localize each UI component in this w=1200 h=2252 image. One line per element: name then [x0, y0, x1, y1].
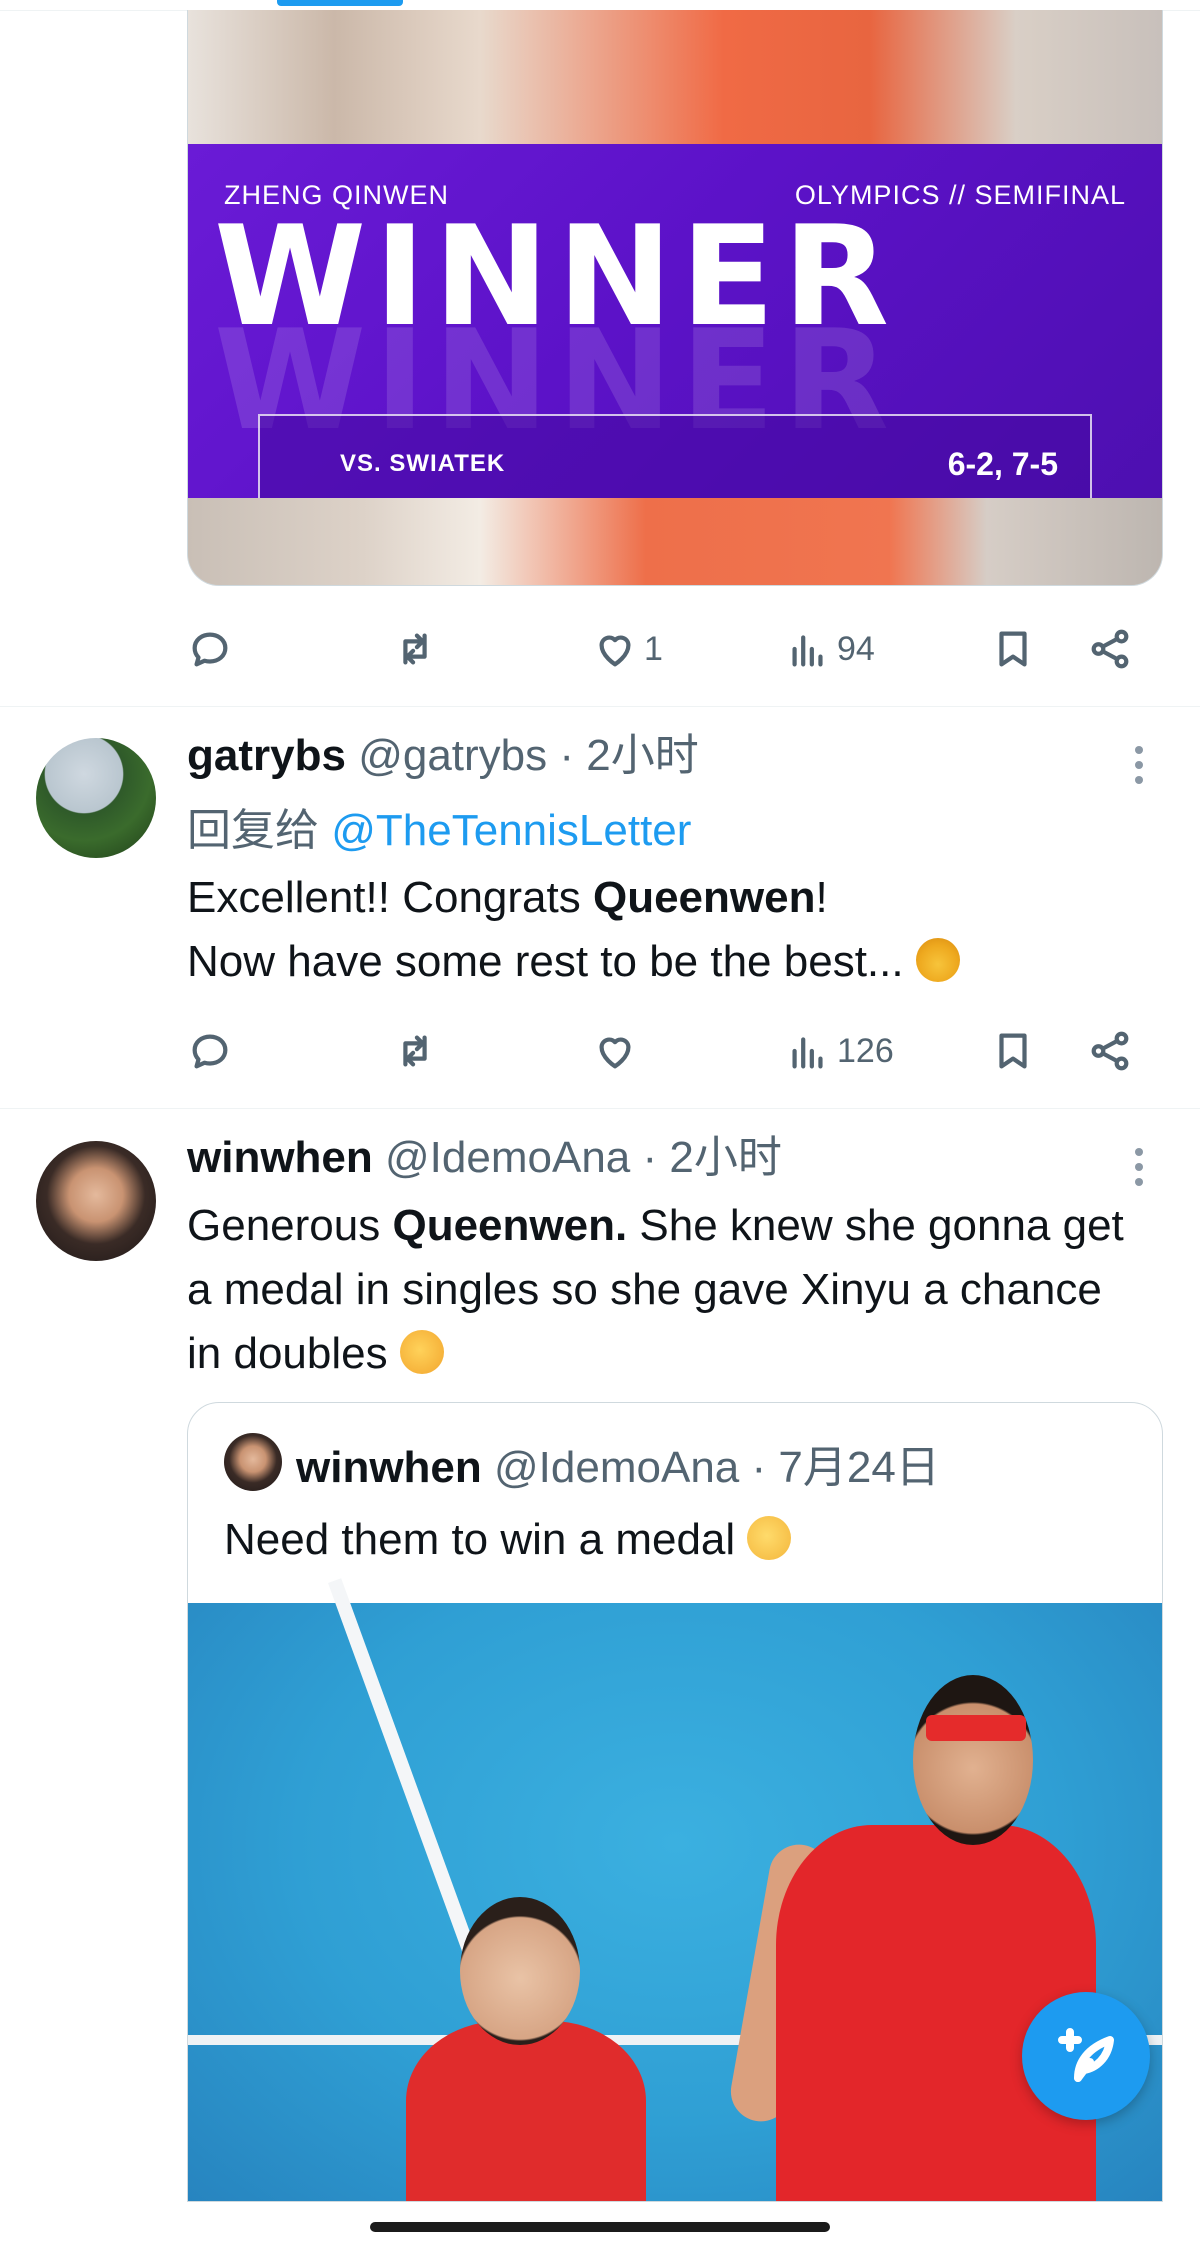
display-name[interactable]: gatrybs — [187, 731, 346, 780]
player-figure — [913, 1675, 1033, 1845]
share-button[interactable] — [1087, 1021, 1133, 1081]
compose-button[interactable] — [1022, 1992, 1150, 2120]
compose-icon — [1058, 2028, 1114, 2082]
quote-text: Need them to win a medal — [224, 1515, 792, 1565]
retweet-button[interactable] — [392, 619, 438, 679]
quote-media-image[interactable] — [188, 1578, 1162, 2201]
views-icon — [792, 1037, 823, 1069]
player-figure — [926, 1715, 1026, 1741]
bookmark-button[interactable] — [990, 619, 1036, 679]
pleading-face-emoji-icon — [747, 1516, 792, 1560]
graphic-score-box: VS. SWIATEK 6-2, 7-5 — [258, 414, 1092, 510]
quote-display-name: winwhen — [296, 1443, 482, 1492]
avatar[interactable] — [36, 1141, 156, 1261]
views-count: 126 — [837, 1031, 894, 1070]
quote-avatar — [224, 1433, 282, 1491]
graphic-score: 6-2, 7-5 — [947, 446, 1058, 482]
winner-graphic: ZHENG QINWEN OLYMPICS // SEMIFINAL WINNE… — [188, 144, 1162, 510]
home-indicator — [370, 2222, 830, 2232]
like-button[interactable] — [592, 1021, 638, 1081]
reply-handle-link[interactable]: @TheTennisLetter — [331, 806, 691, 855]
reply-button[interactable] — [187, 619, 233, 679]
tweet-text-part: Excellent!! Congrats — [187, 873, 593, 922]
reply-icon — [192, 1034, 228, 1069]
separator: · — [547, 731, 587, 780]
like-count: 1 — [644, 629, 663, 668]
reply-button[interactable] — [187, 1021, 233, 1081]
like-icon — [599, 635, 631, 667]
quote-header: winwhen @IdemoAna · 7月24日 — [296, 1431, 940, 1495]
smiling-hearts-emoji-icon — [399, 1330, 444, 1374]
more-icon[interactable] — [1130, 1148, 1148, 1186]
tweet-text-bold: Queenwen — [592, 873, 816, 922]
quote-text-part: Need them to win a medal — [224, 1515, 748, 1564]
tweet-text-part: ! — [815, 873, 828, 922]
more-icon[interactable] — [1130, 746, 1148, 784]
views-count: 94 — [837, 629, 875, 668]
tweet-text: Excellent!! Congrats Queenwen! Now have … — [187, 866, 1147, 994]
share-icon — [1091, 1031, 1129, 1071]
quote-handle: @IdemoAna — [494, 1443, 740, 1492]
tweet-media-image[interactable]: ZHENG QINWEN OLYMPICS // SEMIFINAL WINNE… — [187, 10, 1163, 586]
tweet-text-bold: Queenwen. — [392, 1201, 628, 1250]
divider — [0, 706, 1200, 707]
bookmark-icon — [999, 1033, 1027, 1069]
divider — [0, 1108, 1200, 1109]
player-figure — [460, 1897, 580, 2045]
photo-strip-bottom — [188, 498, 1162, 585]
timestamp[interactable]: 2小时 — [669, 1133, 781, 1182]
separator: · — [630, 1133, 670, 1182]
reply-icon — [192, 632, 228, 667]
retweet-icon — [403, 1035, 427, 1067]
views-button[interactable]: 126 — [785, 1021, 894, 1081]
bookmark-button[interactable] — [990, 1021, 1036, 1081]
like-icon — [599, 1037, 631, 1069]
quoted-tweet[interactable]: winwhen @IdemoAna · 7月24日 Need them to w… — [187, 1402, 1163, 2202]
tweet-header: winwhen @IdemoAna · 2小时 — [187, 1132, 782, 1185]
separator: · — [739, 1443, 779, 1492]
display-name[interactable]: winwhen — [187, 1133, 373, 1182]
timestamp[interactable]: 2小时 — [586, 731, 698, 780]
retweet-button[interactable] — [392, 1021, 438, 1081]
quote-date: 7月24日 — [778, 1443, 940, 1492]
share-icon — [1091, 629, 1129, 669]
like-button[interactable]: 1 — [592, 619, 663, 679]
tweet-header: gatrybs @gatrybs · 2小时 — [187, 730, 699, 783]
handle[interactable]: @IdemoAna — [385, 1133, 630, 1182]
views-icon — [792, 635, 823, 667]
reply-context: 回复给 @TheTennisLetter — [187, 794, 691, 858]
player-figure — [406, 2021, 646, 2201]
photo-strip-top — [188, 10, 1162, 146]
views-button[interactable]: 94 — [785, 619, 875, 679]
share-button[interactable] — [1087, 619, 1133, 679]
graphic-headline: WINNER — [214, 196, 898, 357]
graphic-opponent: VS. SWIATEK — [340, 450, 506, 477]
handle[interactable]: @gatrybs — [358, 731, 547, 780]
tweet-text: Generous Queenwen. She knew she gonna ge… — [187, 1194, 1147, 1386]
tweet-actions: 1 94 — [187, 619, 1147, 679]
tab-indicator — [277, 0, 403, 6]
avatar[interactable] — [36, 738, 156, 858]
bookmark-icon — [999, 631, 1027, 667]
reply-prefix: 回复给 — [187, 806, 332, 855]
medal-emoji-icon — [915, 938, 960, 982]
tweet-text-line: Now have some rest to be the best... — [187, 937, 916, 986]
retweet-icon — [403, 633, 427, 665]
tweet-text-part: Generous — [187, 1201, 393, 1250]
tweet-actions: 126 — [187, 1021, 1147, 1081]
